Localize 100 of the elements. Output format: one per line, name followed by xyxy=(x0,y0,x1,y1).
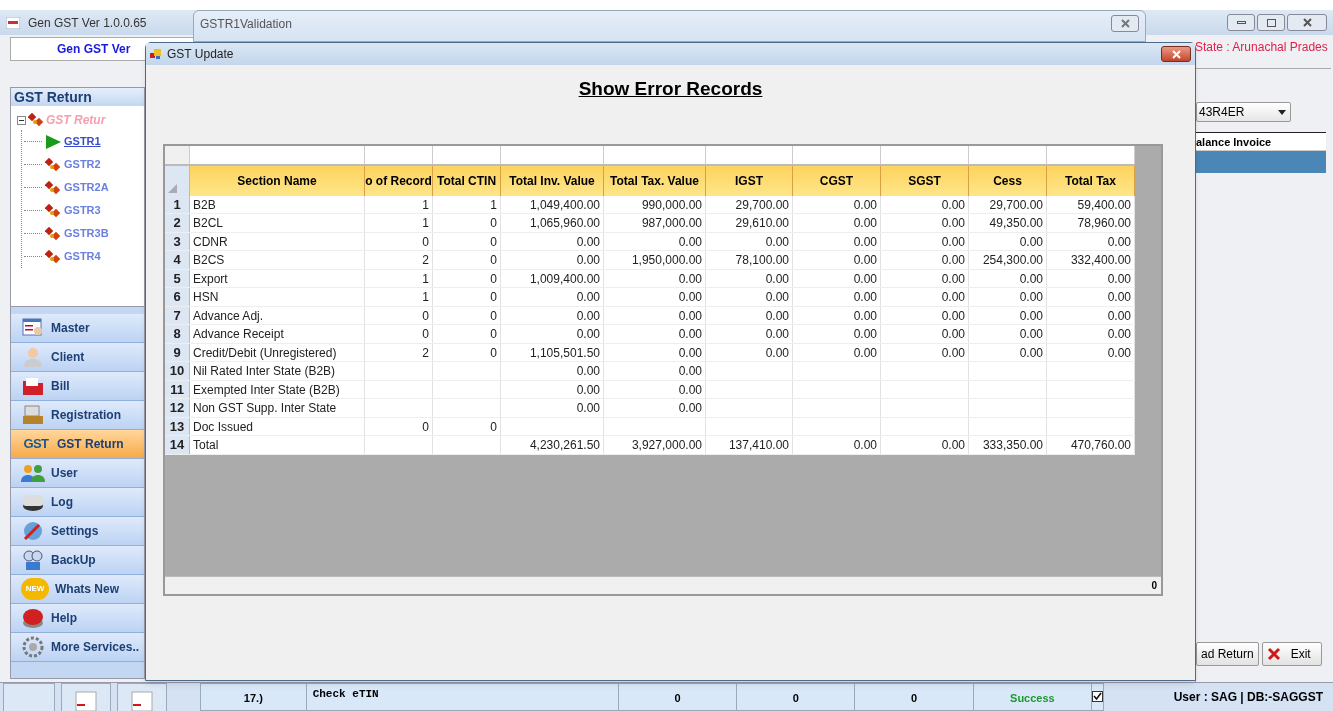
value-cell: 1 xyxy=(365,214,433,232)
folder-icon xyxy=(21,375,45,397)
splitter-handle[interactable] xyxy=(11,306,144,314)
column-header[interactable]: IGST xyxy=(706,165,793,196)
nav-item[interactable]: Registration xyxy=(11,401,144,430)
section-cell: B2CL xyxy=(190,214,365,232)
close-icon xyxy=(1120,19,1130,28)
new-badge-icon: NEW xyxy=(21,578,49,600)
value-cell: 0.00 xyxy=(881,288,969,306)
column-header[interactable]: CGST xyxy=(793,165,881,196)
value-cell: 0 xyxy=(433,251,501,269)
tree-item[interactable]: GSTR2 xyxy=(64,156,101,173)
nav-item[interactable]: Help xyxy=(11,604,144,633)
value-cell: 0.00 xyxy=(706,269,793,287)
close-button[interactable] xyxy=(1161,46,1191,62)
column-header[interactable]: Total CTIN xyxy=(433,165,501,196)
nodes-icon xyxy=(45,226,61,241)
value-cell: 4,230,261.50 xyxy=(501,436,604,454)
value-cell: 0.00 xyxy=(793,195,881,213)
value-cell: 0.00 xyxy=(706,232,793,250)
value-cell: 333,350.00 xyxy=(969,436,1047,454)
column-header[interactable]: Total Tax xyxy=(1047,165,1135,196)
value-cell: 0.00 xyxy=(793,306,881,324)
checkbox[interactable] xyxy=(1092,691,1103,702)
tree-item[interactable]: GSTR3 xyxy=(64,202,101,219)
cash-register-icon xyxy=(21,404,45,426)
gears-icon xyxy=(21,636,45,658)
count-cell: 0 xyxy=(854,684,973,710)
section-cell: Total xyxy=(190,436,365,454)
nav-item[interactable]: GST GST Return xyxy=(11,430,144,459)
tool-button[interactable] xyxy=(3,683,55,711)
value-cell: 0.00 xyxy=(1047,232,1135,250)
window-title: GSTR1Validation xyxy=(200,16,292,33)
tool-button[interactable] xyxy=(61,683,111,711)
value-cell: 0 xyxy=(433,417,501,435)
state-label: State : Arunachal Prades xyxy=(1195,39,1329,56)
exit-button[interactable]: Exit xyxy=(1261,642,1322,666)
value-cell: 0.00 xyxy=(881,325,969,343)
section-cell: CDNR xyxy=(190,232,365,250)
value-cell: 0 xyxy=(433,343,501,361)
column-header[interactable]: Total Inv. Value xyxy=(501,165,604,196)
upload-return-button[interactable]: ad Return xyxy=(1196,642,1259,666)
value-cell: 0 xyxy=(433,325,501,343)
value-cell: 3,927,000.00 xyxy=(604,436,706,454)
section-cell: Exempted Inter State (B2B) xyxy=(190,380,365,398)
value-cell: 0.00 xyxy=(793,251,881,269)
value-cell: 0.00 xyxy=(604,399,706,417)
dropdown-arrow-icon xyxy=(1278,109,1286,115)
row-header[interactable]: 2 xyxy=(165,214,190,232)
column-header[interactable]: SGST xyxy=(881,165,969,196)
row-header[interactable]: 8 xyxy=(165,325,190,343)
column-header[interactable]: o of Record xyxy=(365,165,433,196)
section-cell: Advance Receipt xyxy=(190,325,365,343)
gstin-dropdown[interactable]: 43R4ER xyxy=(1196,102,1291,122)
nav-item[interactable]: More Services.. xyxy=(11,633,144,662)
value-cell: 470,760.00 xyxy=(1047,436,1135,454)
collapse-toggle[interactable] xyxy=(17,115,26,125)
value-cell: 0 xyxy=(433,306,501,324)
value-cell: 0.00 xyxy=(604,343,706,361)
user-status: User : SAG | DB:-SAGGST xyxy=(1173,689,1324,706)
value-cell: 0 xyxy=(365,306,433,324)
value-cell: 0.00 xyxy=(706,343,793,361)
globe-tools-icon xyxy=(21,520,45,542)
value-cell: 0.00 xyxy=(1047,325,1135,343)
value-cell: 0.00 xyxy=(881,269,969,287)
value-cell: 0.00 xyxy=(969,306,1047,324)
column-header[interactable]: Cess xyxy=(969,165,1047,196)
value-cell: 137,410.00 xyxy=(706,436,793,454)
tree-item[interactable]: GSTR4 xyxy=(64,248,101,265)
tool-button[interactable] xyxy=(117,683,167,711)
value-cell: 0.00 xyxy=(881,436,969,454)
nav-item[interactable]: Master xyxy=(11,314,144,343)
minimize-button[interactable] xyxy=(1227,14,1255,31)
row-header[interactable]: 14 xyxy=(165,436,190,454)
tree-item[interactable]: GSTR1 xyxy=(64,133,101,150)
value-cell: 1,950,000.00 xyxy=(604,251,706,269)
value-cell: 0.00 xyxy=(1047,269,1135,287)
nav-item[interactable]: Bill xyxy=(11,372,144,401)
nav-item[interactable]: User xyxy=(11,459,144,488)
nav-item[interactable]: BackUp xyxy=(11,546,144,575)
nav-item[interactable]: Settings xyxy=(11,517,144,546)
column-header[interactable]: Total Tax. Value xyxy=(604,165,706,196)
window-title: Gen GST Ver 1.0.0.65 xyxy=(28,14,147,32)
tree-item[interactable]: GSTR2A xyxy=(64,179,109,196)
value-cell: 0.00 xyxy=(1047,306,1135,324)
value-cell: 1 xyxy=(365,269,433,287)
row-header[interactable]: 6 xyxy=(165,288,190,306)
value-cell: 1 xyxy=(365,288,433,306)
close-button[interactable] xyxy=(1287,14,1327,31)
value-cell: 2 xyxy=(365,251,433,269)
value-cell: 0.00 xyxy=(604,232,706,250)
row-header[interactable]: 12 xyxy=(165,399,190,417)
restore-button[interactable] xyxy=(1257,14,1285,31)
row-header[interactable]: 4 xyxy=(165,251,190,269)
nav-item[interactable]: Client xyxy=(11,343,144,372)
tree-item[interactable]: GSTR3B xyxy=(64,225,109,242)
row-header[interactable]: 10 xyxy=(165,362,190,380)
column-header[interactable]: Section Name xyxy=(190,165,365,196)
nav-item[interactable]: Log xyxy=(11,488,144,517)
nav-item[interactable]: NEW Whats New xyxy=(11,575,144,604)
